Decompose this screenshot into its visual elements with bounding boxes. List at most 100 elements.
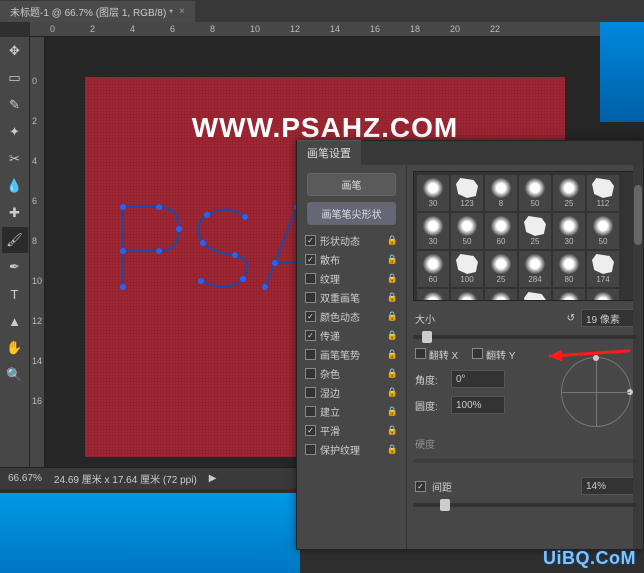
brush-option-7[interactable]: 杂色🔒 [301, 364, 402, 383]
document-tab[interactable]: 未标题-1 @ 66.7% (图层 1, RGB/8) * × [0, 1, 195, 22]
checkbox-icon[interactable] [305, 368, 316, 379]
eyedropper-tool[interactable]: 💧 [2, 173, 28, 199]
brush-thumb[interactable]: 306 [451, 289, 483, 301]
spacing-slider[interactable] [413, 503, 637, 507]
flip-x-checkbox[interactable]: 翻转 X [415, 347, 458, 362]
shape-tool[interactable]: ▲ [2, 308, 28, 334]
brush-thumb[interactable]: 50 [519, 175, 551, 211]
brush-option-9[interactable]: 建立🔒 [301, 402, 402, 421]
brush-option-0[interactable]: 形状动态🔒 [301, 231, 402, 250]
lock-icon[interactable]: 🔒 [387, 273, 398, 284]
lock-icon[interactable]: 🔒 [387, 254, 398, 265]
panel-tab-brush-settings[interactable]: 画笔设置 [297, 140, 361, 165]
lock-icon[interactable]: 🔒 [387, 406, 398, 417]
brush-thumb[interactable]: 25 [519, 213, 551, 249]
lock-icon[interactable]: 🔒 [387, 311, 398, 322]
brush-thumb[interactable]: 60 [417, 251, 449, 287]
brush-thumb[interactable]: 25 [553, 175, 585, 211]
brush-settings-panel[interactable]: 画笔设置 画笔 画笔笔尖形状 形状动态🔒散布🔒纹理🔒双重画笔🔒颜色动态🔒传递🔒画… [296, 140, 644, 550]
brush-option-11[interactable]: 保护纹理🔒 [301, 440, 402, 459]
brush-thumb[interactable]: 30 [553, 213, 585, 249]
checkbox-icon[interactable] [305, 406, 316, 417]
brush-option-1[interactable]: 散布🔒 [301, 250, 402, 269]
brush-thumb[interactable]: 45 [553, 289, 585, 301]
angle-input[interactable] [451, 370, 505, 388]
brush-thumb[interactable]: 25 [485, 251, 517, 287]
brush-button[interactable]: 画笔 [307, 173, 396, 196]
spacing-checkbox[interactable] [415, 481, 426, 492]
brush-controls-column: 3012385025112305060253050601002528480174… [407, 165, 643, 549]
checkbox-icon[interactable] [305, 292, 316, 303]
brush-tip-shape-button[interactable]: 画笔笔尖形状 [307, 202, 396, 225]
brush-thumb[interactable]: 284 [519, 251, 551, 287]
checkbox-icon[interactable] [305, 425, 316, 436]
hand-tool[interactable]: ✋ [2, 335, 28, 361]
lock-icon[interactable]: 🔒 [387, 292, 398, 303]
lock-icon[interactable]: 🔒 [387, 235, 398, 246]
lock-icon[interactable]: 🔒 [387, 349, 398, 360]
lock-icon[interactable]: 🔒 [387, 425, 398, 436]
ruler-vertical: 0 2 4 6 8 10 12 14 16 [30, 37, 45, 467]
scrollbar-vertical[interactable] [633, 171, 637, 301]
brush-thumb[interactable]: 50 [451, 213, 483, 249]
brush-thumb[interactable]: 174 [587, 251, 619, 287]
flip-y-checkbox[interactable]: 翻转 Y [472, 347, 515, 362]
checkbox-icon[interactable] [305, 254, 316, 265]
brush-thumb[interactable]: 131 [587, 289, 619, 301]
brush-option-6[interactable]: 画笔笔势🔒 [301, 345, 402, 364]
checkbox-icon[interactable] [305, 387, 316, 398]
brush-thumb[interactable]: 50 [485, 289, 517, 301]
brush-thumb[interactable]: 50 [587, 213, 619, 249]
document-dimensions: 24.69 厘米 x 17.64 厘米 (72 ppi) [54, 471, 197, 486]
zoom-level[interactable]: 66.67% [8, 473, 42, 484]
lock-icon[interactable]: 🔒 [387, 387, 398, 398]
brush-option-5[interactable]: 传递🔒 [301, 326, 402, 345]
checkbox-icon[interactable] [305, 311, 316, 322]
zoom-tool[interactable]: 🔍 [2, 362, 28, 388]
reset-size-icon[interactable]: ↺ [567, 313, 575, 324]
spacing-input[interactable] [581, 477, 635, 495]
move-tool[interactable]: ✥ [2, 38, 28, 64]
brush-thumb[interactable]: 30 [417, 175, 449, 211]
checkbox-icon[interactable] [305, 444, 316, 455]
brush-thumb[interactable]: 123 [451, 175, 483, 211]
crop-tool[interactable]: ✂ [2, 146, 28, 172]
wand-tool[interactable]: ✦ [2, 119, 28, 145]
marquee-tool[interactable]: ▭ [2, 65, 28, 91]
status-arrow-icon[interactable]: ▶ [209, 473, 217, 484]
brush-thumb[interactable]: 112 [587, 175, 619, 211]
brush-thumb[interactable]: 80 [553, 251, 585, 287]
lasso-tool[interactable]: ✎ [2, 92, 28, 118]
brush-thumb[interactable]: 60 [485, 213, 517, 249]
checkbox-icon[interactable] [305, 330, 316, 341]
brush-thumb[interactable]: 175 [417, 289, 449, 301]
brush-option-3[interactable]: 双重画笔🔒 [301, 288, 402, 307]
brush-thumb[interactable]: 25 [519, 289, 551, 301]
brush-thumb[interactable]: 30 [417, 213, 449, 249]
lock-icon[interactable]: 🔒 [387, 330, 398, 341]
close-icon[interactable]: × [179, 6, 185, 17]
text-tool[interactable]: T [2, 281, 28, 307]
brush-option-2[interactable]: 纹理🔒 [301, 269, 402, 288]
lock-icon[interactable]: 🔒 [387, 368, 398, 379]
brush-tool[interactable]: 🖌 [2, 227, 28, 253]
size-slider[interactable] [413, 335, 637, 339]
brush-thumb[interactable]: 100 [451, 251, 483, 287]
lock-icon[interactable]: 🔒 [387, 444, 398, 455]
size-input[interactable] [581, 309, 635, 327]
brush-thumb[interactable]: 8 [485, 175, 517, 211]
spot-heal-tool[interactable]: ✚ [2, 200, 28, 226]
brush-thumb-grid[interactable]: 3012385025112305060253050601002528480174… [413, 171, 637, 301]
brush-option-10[interactable]: 平滑🔒 [301, 421, 402, 440]
roundness-input[interactable] [451, 396, 505, 414]
angle-wheel[interactable] [561, 357, 631, 427]
taskbar-strip [0, 493, 300, 573]
pen-tool[interactable]: ✒ [2, 254, 28, 280]
brush-option-8[interactable]: 湿边🔒 [301, 383, 402, 402]
watermark: UiBQ.CoM [543, 548, 636, 569]
checkbox-icon[interactable] [305, 273, 316, 284]
brush-option-4[interactable]: 颜色动态🔒 [301, 307, 402, 326]
checkbox-icon[interactable] [305, 235, 316, 246]
roundness-label: 圆度: [415, 398, 445, 413]
checkbox-icon[interactable] [305, 349, 316, 360]
